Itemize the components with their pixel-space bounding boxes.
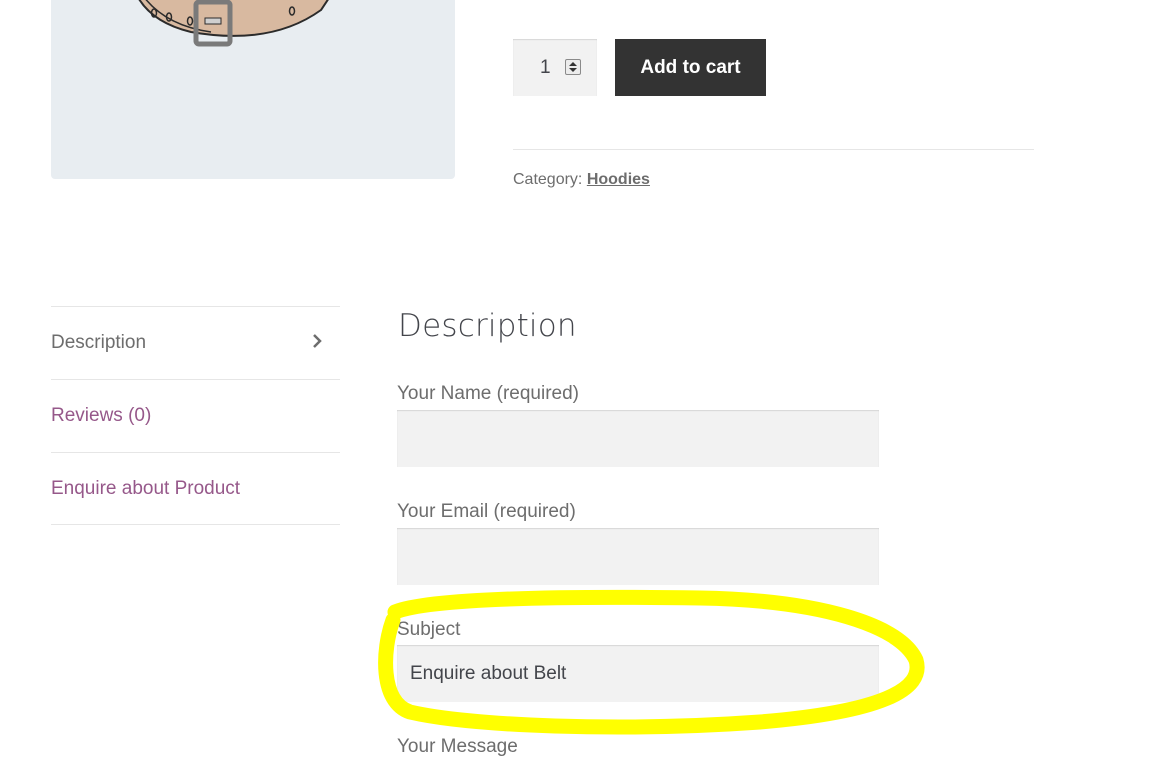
spinner-arrows-icon[interactable] <box>565 59 581 75</box>
email-field[interactable] <box>397 528 879 585</box>
quantity-stepper[interactable]: 1 <box>513 39 597 96</box>
chevron-right-icon <box>313 334 322 348</box>
product-tabs: Description Reviews (0) Enquire about Pr… <box>51 306 340 525</box>
product-image <box>51 0 455 179</box>
name-label: Your Name (required) <box>397 383 579 404</box>
subject-field[interactable]: Enquire about Belt <box>397 645 879 702</box>
tab-label: Enquire about Product <box>51 477 241 499</box>
quantity-value[interactable]: 1 <box>540 57 551 79</box>
email-label: Your Email (required) <box>397 501 576 522</box>
panel-title: Description <box>398 308 577 344</box>
message-label: Your Message <box>397 736 518 757</box>
belt-illustration <box>138 0 329 47</box>
name-field[interactable] <box>397 410 879 467</box>
divider <box>513 149 1034 150</box>
category-label: Category: <box>513 171 583 188</box>
product-category: Category: Hoodies <box>513 171 650 189</box>
tab-label: Reviews (0) <box>51 405 152 426</box>
add-to-cart-button[interactable]: Add to cart <box>615 39 766 96</box>
tab-reviews[interactable]: Reviews (0) <box>51 379 340 452</box>
tab-description[interactable]: Description <box>51 306 340 379</box>
category-link[interactable]: Hoodies <box>587 171 650 188</box>
tab-enquire[interactable]: Enquire about Product <box>51 452 340 525</box>
subject-label: Subject <box>397 619 461 640</box>
tab-label: Description <box>51 332 147 353</box>
